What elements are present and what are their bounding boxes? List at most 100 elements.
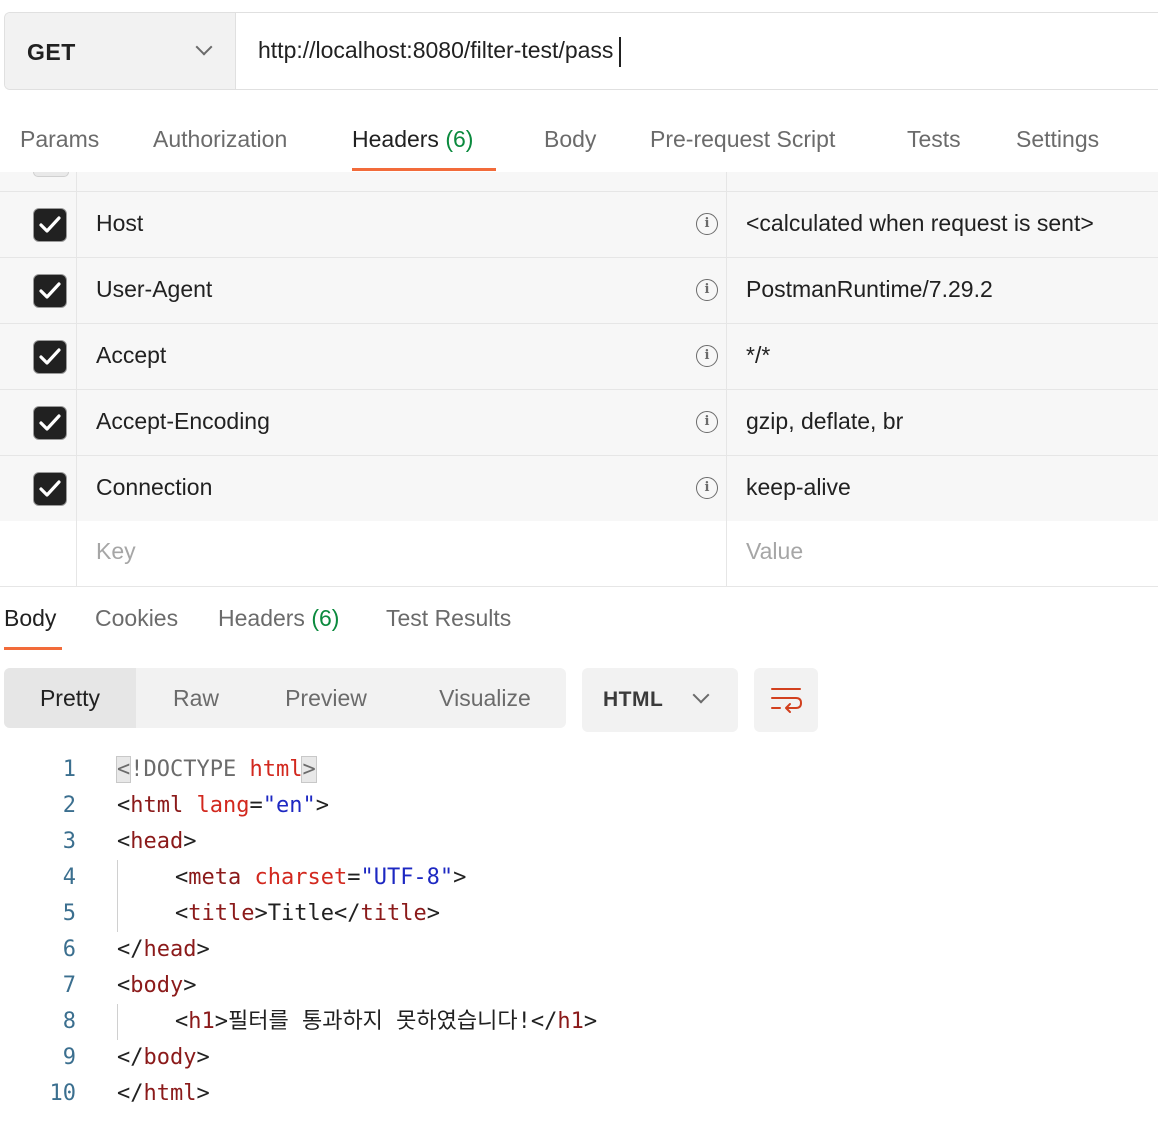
- tab-settings[interactable]: Settings: [1016, 126, 1099, 153]
- response-tab-headers-count: (6): [311, 605, 340, 631]
- language-select[interactable]: HTML: [582, 668, 738, 732]
- view-preview[interactable]: Preview: [264, 668, 388, 728]
- header-enable-checkbox[interactable]: [33, 406, 67, 440]
- line-number: 7: [62, 973, 76, 998]
- code-text: </html>: [117, 1081, 210, 1106]
- code-text: </body>: [117, 1045, 210, 1070]
- header-row: Accept-Encoding i gzip, deflate, br: [0, 390, 1158, 456]
- column-divider: [76, 172, 77, 586]
- line-number: 4: [62, 865, 76, 890]
- info-icon[interactable]: i: [696, 345, 718, 367]
- header-key[interactable]: Host: [96, 210, 143, 237]
- check-icon: [39, 480, 61, 497]
- code-line: 4 <meta charset="UTF-8">: [0, 860, 1158, 896]
- header-enable-checkbox[interactable]: [33, 274, 67, 308]
- url-input[interactable]: http://localhost:8080/filter-test/pass: [258, 37, 613, 64]
- line-number: 1: [62, 757, 76, 782]
- line-number: 3: [62, 829, 76, 854]
- line-number: 8: [62, 1009, 76, 1034]
- code-line: 2 <html lang="en">: [0, 788, 1158, 824]
- active-tab-indicator: [352, 168, 496, 171]
- method-select[interactable]: GET: [5, 13, 236, 89]
- response-tab-body[interactable]: Body: [4, 605, 56, 632]
- wrap-lines-button[interactable]: [754, 668, 818, 732]
- check-icon: [39, 282, 61, 299]
- column-divider: [726, 172, 727, 586]
- header-key[interactable]: Accept-Encoding: [96, 408, 270, 435]
- text-cursor: [619, 37, 621, 67]
- chevron-down-icon: [195, 38, 213, 56]
- code-line: 3 <head>: [0, 824, 1158, 860]
- info-icon[interactable]: i: [696, 279, 718, 301]
- check-icon: [39, 216, 61, 233]
- line-number: 5: [62, 901, 76, 926]
- info-icon[interactable]: i: [696, 477, 718, 499]
- code-text: <body>: [117, 973, 197, 998]
- tab-headers-label: Headers: [352, 126, 439, 152]
- header-enable-checkbox[interactable]: [33, 340, 67, 374]
- code-line: 6 </head>: [0, 932, 1158, 968]
- response-tab-cookies[interactable]: Cookies: [95, 605, 178, 632]
- request-tabs: Params Authorization Headers (6) Body Pr…: [0, 118, 1158, 174]
- header-enable-checkbox[interactable]: [33, 472, 67, 506]
- info-icon[interactable]: i: [696, 411, 718, 433]
- header-value[interactable]: PostmanRuntime/7.29.2: [746, 276, 993, 303]
- code-line: 5 <title>Title</title>: [0, 896, 1158, 932]
- tab-authorization[interactable]: Authorization: [153, 126, 287, 153]
- code-line: 1 <!DOCTYPE html>: [0, 752, 1158, 788]
- headers-table: Host i <calculated when request is sent>…: [0, 172, 1158, 587]
- code-text: <title>Title</title>: [175, 901, 440, 926]
- wrap-lines-icon: [771, 688, 802, 713]
- tab-params[interactable]: Params: [20, 126, 99, 153]
- header-row: Connection i keep-alive: [0, 456, 1158, 522]
- check-icon: [39, 348, 61, 365]
- response-tab-test-results[interactable]: Test Results: [386, 605, 511, 632]
- response-tabs: Body Cookies Headers (6) Test Results: [0, 600, 1158, 656]
- view-visualize[interactable]: Visualize: [422, 668, 548, 728]
- code-text: </head>: [117, 937, 210, 962]
- header-value[interactable]: <calculated when request is sent>: [746, 210, 1094, 237]
- code-text: <meta charset="UTF-8">: [175, 865, 467, 890]
- header-row: User-Agent i PostmanRuntime/7.29.2: [0, 258, 1158, 324]
- code-text: <!DOCTYPE html>: [115, 756, 317, 783]
- code-text: <head>: [117, 829, 197, 854]
- header-enable-checkbox[interactable]: [33, 208, 67, 242]
- view-raw[interactable]: Raw: [140, 668, 252, 728]
- header-key[interactable]: Connection: [96, 474, 212, 501]
- view-pretty[interactable]: Pretty: [4, 668, 136, 728]
- header-key[interactable]: User-Agent: [96, 276, 212, 303]
- response-tab-headers[interactable]: Headers (6): [218, 605, 339, 632]
- code-line: 7 <body>: [0, 968, 1158, 1004]
- line-number: 9: [62, 1045, 76, 1070]
- chevron-down-icon: [692, 686, 710, 704]
- hidden-header-checkbox[interactable]: [33, 172, 69, 177]
- header-value[interactable]: */*: [746, 342, 770, 369]
- code-text: <html lang="en">: [117, 793, 329, 818]
- response-tab-headers-label: Headers: [218, 605, 305, 631]
- tab-pre-request-script[interactable]: Pre-request Script: [650, 126, 835, 153]
- method-label: GET: [27, 39, 76, 65]
- header-value[interactable]: keep-alive: [746, 474, 851, 501]
- header-row: Accept i */*: [0, 324, 1158, 390]
- tab-headers[interactable]: Headers (6): [352, 126, 473, 153]
- line-number: 10: [49, 1081, 77, 1106]
- tab-headers-count: (6): [445, 126, 474, 152]
- line-number: 6: [62, 937, 76, 962]
- response-body-code[interactable]: 1 <!DOCTYPE html> 2 <html lang="en"> 3 <…: [0, 752, 1158, 1122]
- header-value[interactable]: gzip, deflate, br: [746, 408, 903, 435]
- request-bar: GET http://localhost:8080/filter-test/pa…: [4, 12, 1158, 90]
- header-key-input[interactable]: Key: [96, 538, 136, 565]
- tab-body[interactable]: Body: [544, 126, 596, 153]
- new-header-row: Key Value: [0, 521, 1158, 586]
- header-key[interactable]: Accept: [96, 342, 166, 369]
- tab-tests[interactable]: Tests: [907, 126, 961, 153]
- code-text: <h1>필터를 통과하지 못하였습니다!</h1>: [175, 1009, 598, 1034]
- info-icon[interactable]: i: [696, 213, 718, 235]
- header-value-input[interactable]: Value: [746, 538, 803, 565]
- code-line: 8 <h1>필터를 통과하지 못하였습니다!</h1>: [0, 1004, 1158, 1040]
- check-icon: [39, 414, 61, 431]
- active-response-tab-indicator: [4, 647, 62, 650]
- code-line: 10 </html>: [0, 1076, 1158, 1112]
- language-label: HTML: [603, 688, 664, 711]
- line-number: 2: [62, 793, 76, 818]
